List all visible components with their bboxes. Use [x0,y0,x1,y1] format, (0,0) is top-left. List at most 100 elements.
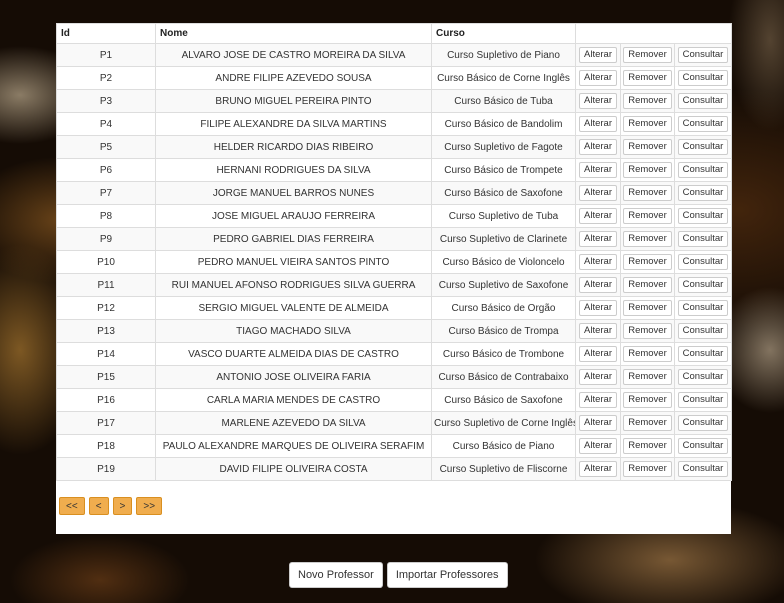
consultar-button[interactable]: Consultar [677,392,729,408]
alterar-button[interactable]: Alterar [579,346,617,362]
remover-button[interactable]: Remover [623,346,672,362]
consultar-button[interactable]: Consultar [677,277,729,293]
cell-curso: Curso Básico de Saxofone [431,181,576,205]
consultar-button[interactable]: Consultar [677,438,729,454]
action-cell: Remover [620,365,675,389]
table-row: P14 VASCO DUARTE ALMEIDA DIAS DE CASTRO Cu… [56,342,732,366]
cell-id: P17 [56,411,156,435]
cell-nome: ALVARO JOSE DE CASTRO MOREIRA DA SILVA [155,43,432,67]
consultar-button[interactable]: Consultar [677,254,729,270]
action-cell: Remover [620,227,675,251]
remover-button[interactable]: Remover [623,323,672,339]
bottom-actions: Novo Professor Importar Professores [289,562,508,588]
consultar-button[interactable]: Consultar [677,162,729,178]
remover-button[interactable]: Remover [623,162,672,178]
remover-button[interactable]: Remover [623,392,672,408]
cell-nome: JOSE MIGUEL ARAUJO FERREIRA [155,204,432,228]
action-cell: Alterar [575,89,621,113]
cell-nome: BRUNO MIGUEL PEREIRA PINTO [155,89,432,113]
alterar-button[interactable]: Alterar [579,369,617,385]
import-professors-button[interactable]: Importar Professores [386,562,508,588]
remover-button[interactable]: Remover [623,185,672,201]
cell-nome: ANTONIO JOSE OLIVEIRA FARIA [155,365,432,389]
consultar-button[interactable]: Consultar [677,346,729,362]
remover-button[interactable]: Remover [623,70,672,86]
alterar-button[interactable]: Alterar [579,300,617,316]
cell-id: P2 [56,66,156,90]
remover-button[interactable]: Remover [623,461,672,477]
cell-id: P12 [56,296,156,320]
table-header-row: Id Nome Curso [56,23,732,44]
cell-curso: Curso Básico de Trombone [431,342,576,366]
alterar-button[interactable]: Alterar [579,116,617,132]
next-page-button[interactable]: > [112,497,133,515]
alterar-button[interactable]: Alterar [579,461,617,477]
consultar-button[interactable]: Consultar [677,70,729,86]
cell-nome: JORGE MANUEL BARROS NUNES [155,181,432,205]
cell-nome: MARLENE AZEVEDO DA SILVA [155,411,432,435]
remover-button[interactable]: Remover [623,300,672,316]
new-professor-button[interactable]: Novo Professor [289,562,383,588]
remover-button[interactable]: Remover [623,277,672,293]
alterar-button[interactable]: Alterar [579,254,617,270]
action-cell: Alterar [575,434,621,458]
action-cell: Alterar [575,296,621,320]
remover-button[interactable]: Remover [623,231,672,247]
alterar-button[interactable]: Alterar [579,392,617,408]
alterar-button[interactable]: Alterar [579,93,617,109]
alterar-button[interactable]: Alterar [579,438,617,454]
alterar-button[interactable]: Alterar [579,277,617,293]
consultar-button[interactable]: Consultar [677,231,729,247]
consultar-button[interactable]: Consultar [677,208,729,224]
alterar-button[interactable]: Alterar [579,162,617,178]
last-page-button[interactable]: >> [136,497,163,515]
cell-curso: Curso Básico de Violoncelo [431,250,576,274]
remover-button[interactable]: Remover [623,415,672,431]
action-cell: Consultar [674,89,732,113]
action-cell: Remover [620,158,675,182]
action-cell: Alterar [575,319,621,343]
alterar-button[interactable]: Alterar [579,231,617,247]
cell-id: P13 [56,319,156,343]
consultar-button[interactable]: Consultar [677,47,729,63]
consultar-button[interactable]: Consultar [677,323,729,339]
consultar-button[interactable]: Consultar [677,93,729,109]
action-cell: Consultar [674,227,732,251]
alterar-button[interactable]: Alterar [579,415,617,431]
remover-button[interactable]: Remover [623,139,672,155]
table-row: P13 TIAGO MACHADO SILVA Curso Básico de Tr… [56,319,732,343]
consultar-button[interactable]: Consultar [677,369,729,385]
remover-button[interactable]: Remover [623,47,672,63]
alterar-button[interactable]: Alterar [579,323,617,339]
alterar-button[interactable]: Alterar [579,185,617,201]
action-cell: Consultar [674,457,732,481]
remover-button[interactable]: Remover [623,208,672,224]
action-cell: Consultar [674,434,732,458]
cell-curso: Curso Básico de Bandolim [431,112,576,136]
alterar-button[interactable]: Alterar [579,70,617,86]
consultar-button[interactable]: Consultar [677,300,729,316]
consultar-button[interactable]: Consultar [677,116,729,132]
consultar-button[interactable]: Consultar [677,415,729,431]
table-row: P18 PAULO ALEXANDRE MARQUES DE OLIVEIRA S… [56,434,732,458]
remover-button[interactable]: Remover [623,116,672,132]
prev-page-button[interactable]: < [88,497,109,515]
consultar-button[interactable]: Consultar [677,185,729,201]
remover-button[interactable]: Remover [623,438,672,454]
cell-nome: HERNANI RODRIGUES DA SILVA [155,158,432,182]
consultar-button[interactable]: Consultar [677,139,729,155]
consultar-button[interactable]: Consultar [677,461,729,477]
cell-curso: Curso Supletivo de Saxofone [431,273,576,297]
cell-id: P5 [56,135,156,159]
alterar-button[interactable]: Alterar [579,208,617,224]
cell-id: P10 [56,250,156,274]
remover-button[interactable]: Remover [623,254,672,270]
remover-button[interactable]: Remover [623,93,672,109]
first-page-button[interactable]: << [59,497,85,515]
alterar-button[interactable]: Alterar [579,47,617,63]
alterar-button[interactable]: Alterar [579,139,617,155]
remover-button[interactable]: Remover [623,369,672,385]
action-cell: Remover [620,411,675,435]
cell-curso: Curso Básico de Corne Inglês [431,66,576,90]
action-cell: Consultar [674,365,732,389]
